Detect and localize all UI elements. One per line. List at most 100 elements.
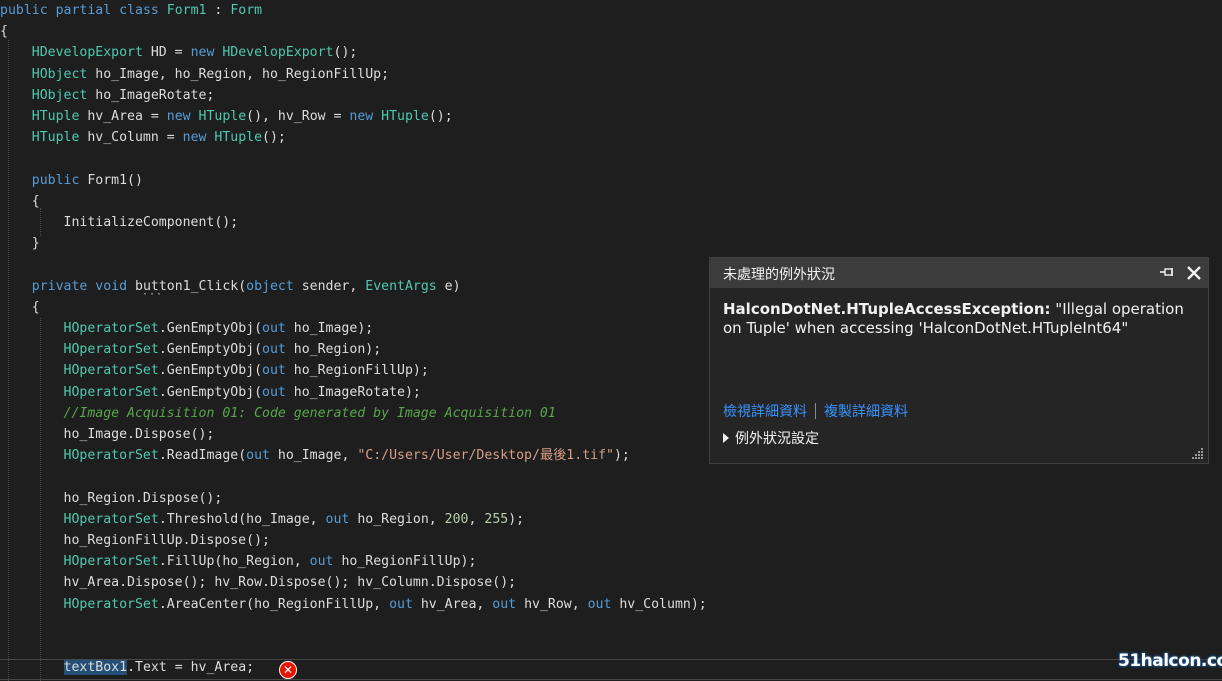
code-token: HTuple xyxy=(31,109,80,124)
code-line[interactable]: HTuple hv_Area = new HTuple(), hv_Row = … xyxy=(0,106,453,127)
popup-title: 未處理的例外狀況 xyxy=(723,267,835,283)
code-token: out xyxy=(309,554,334,570)
code-token: public xyxy=(0,3,48,18)
code-token: out xyxy=(492,596,517,612)
code-line[interactable]: } xyxy=(0,233,40,254)
code-token: HTuple xyxy=(31,130,80,146)
code-line[interactable]: HObject ho_ImageRotate; xyxy=(0,85,215,106)
code-token: (); xyxy=(428,109,453,124)
code-token: ho_ImageRotate; xyxy=(87,87,215,103)
code-token: //Image Acquisition 01: Code generated b… xyxy=(63,405,556,421)
code-token: hv_Column); xyxy=(611,596,707,612)
code-token: HOperatorSet xyxy=(63,554,159,570)
code-line[interactable]: public Form1() xyxy=(0,170,143,191)
code-line[interactable]: ho_Image.Dispose(); xyxy=(0,424,215,445)
code-token: ho_Region, xyxy=(349,511,445,527)
code-token: .GenEmptyObj( xyxy=(158,321,263,336)
code-line[interactable]: { xyxy=(0,297,40,318)
copy-details-link[interactable]: 複製詳細資料 xyxy=(824,404,908,420)
code-token: out xyxy=(262,363,286,379)
quick-action-hint[interactable]: ··· xyxy=(142,290,163,300)
code-token: ho_Region.Dispose(); xyxy=(0,490,223,506)
popup-header: 未處理的例外狀況 xyxy=(710,258,1208,288)
code-token: { xyxy=(0,299,40,315)
code-token: out xyxy=(246,448,270,464)
code-line[interactable]: HOperatorSet.Threshold(ho_Image, out ho_… xyxy=(0,509,525,530)
code-token: HOperatorSet xyxy=(63,342,159,358)
code-token: void xyxy=(95,278,128,294)
code-token: (), hv_Row = xyxy=(246,109,350,124)
code-line[interactable]: HDevelopExport HD = new HDevelopExport()… xyxy=(0,42,358,63)
code-token: HDevelopExport xyxy=(222,45,334,61)
code-line[interactable]: HOperatorSet.AreaCenter(ho_RegionFillUp,… xyxy=(0,594,707,615)
code-token: HOperatorSet xyxy=(63,596,159,612)
popup-links: 檢視詳細資料 複製詳細資料 xyxy=(723,401,908,421)
code-line[interactable]: public partial class Form1 : Form xyxy=(0,0,262,21)
code-token: HTuple xyxy=(381,109,429,124)
pin-icon[interactable] xyxy=(1158,264,1176,282)
code-line[interactable]: HObject ho_Image, ho_Region, ho_RegionFi… xyxy=(0,64,389,85)
code-line[interactable]: { xyxy=(0,21,8,42)
code-token: hv_Column = xyxy=(79,130,183,146)
resize-grip-icon[interactable] xyxy=(1192,447,1204,459)
code-line[interactable]: HOperatorSet.GenEmptyObj(out ho_ImageRot… xyxy=(0,382,421,403)
code-line[interactable]: HOperatorSet.ReadImage(out ho_Image, "C:… xyxy=(0,445,630,466)
code-token: EventArgs xyxy=(365,278,437,294)
code-token: (); xyxy=(262,130,286,146)
code-token: e) xyxy=(436,278,461,294)
code-token: HOperatorSet xyxy=(63,511,159,527)
code-line[interactable]: HTuple hv_Column = new HTuple(); xyxy=(0,127,286,148)
code-token: .GenEmptyObj( xyxy=(158,342,263,358)
code-token: HOperatorSet xyxy=(63,384,159,400)
code-token: InitializeComponent(); xyxy=(0,215,239,230)
close-icon[interactable] xyxy=(1184,263,1204,283)
code-line[interactable]: ho_RegionFillUp.Dispose(); xyxy=(0,530,270,551)
code-token: HObject xyxy=(31,87,88,103)
code-token: .GenEmptyObj( xyxy=(158,384,263,400)
code-line[interactable]: InitializeComponent(); xyxy=(0,212,239,233)
code-token: ); xyxy=(508,511,525,527)
code-token: ho_Image); xyxy=(285,321,374,336)
code-line[interactable]: //Image Acquisition 01: Code generated b… xyxy=(0,403,556,424)
code-token: (); xyxy=(333,45,358,61)
code-token: 255 xyxy=(484,511,509,527)
code-token: , xyxy=(468,511,485,527)
code-line[interactable]: { xyxy=(0,191,40,212)
code-line[interactable]: hv_Area.Dispose(); hv_Row.Dispose(); hv_… xyxy=(0,572,517,593)
code-token: ho_Image, ho_Region, ho_RegionFillUp; xyxy=(87,66,390,82)
code-token: .AreaCenter(ho_RegionFillUp, xyxy=(158,596,390,612)
code-token: Form1() xyxy=(79,172,143,188)
code-token: .FillUp(ho_Region, xyxy=(158,554,310,570)
exception-message: HalconDotNet.HTupleAccessException: "Ill… xyxy=(723,300,1193,338)
code-token: class xyxy=(119,3,159,18)
code-line[interactable]: HOperatorSet.GenEmptyObj(out ho_RegionFi… xyxy=(0,360,429,381)
code-token: out xyxy=(587,596,612,612)
code-line[interactable]: ho_Region.Dispose(); xyxy=(0,488,223,509)
code-line[interactable]: HOperatorSet.GenEmptyObj(out ho_Region); xyxy=(0,339,382,360)
code-line[interactable]: HOperatorSet.GenEmptyObj(out ho_Image); xyxy=(0,318,374,339)
code-token: HOperatorSet xyxy=(63,363,159,379)
code-editor[interactable]: public partial class Form1 : Form { HDeve… xyxy=(0,0,1222,681)
view-details-link[interactable]: 檢視詳細資料 xyxy=(723,404,807,420)
error-circle-icon[interactable]: ✕ xyxy=(279,661,297,679)
code-line[interactable]: private void button1_Click(object sender… xyxy=(0,276,461,297)
expand-arrow-icon xyxy=(723,433,729,443)
code-token: sender, xyxy=(293,278,366,294)
code-token: new xyxy=(190,45,215,61)
code-token: .ReadImage( xyxy=(158,448,247,464)
code-line[interactable]: HOperatorSet.FillUp(ho_Region, out ho_Re… xyxy=(0,551,477,572)
exception-settings-expander[interactable]: 例外狀況設定 xyxy=(723,428,819,448)
code-token: { xyxy=(0,24,8,40)
